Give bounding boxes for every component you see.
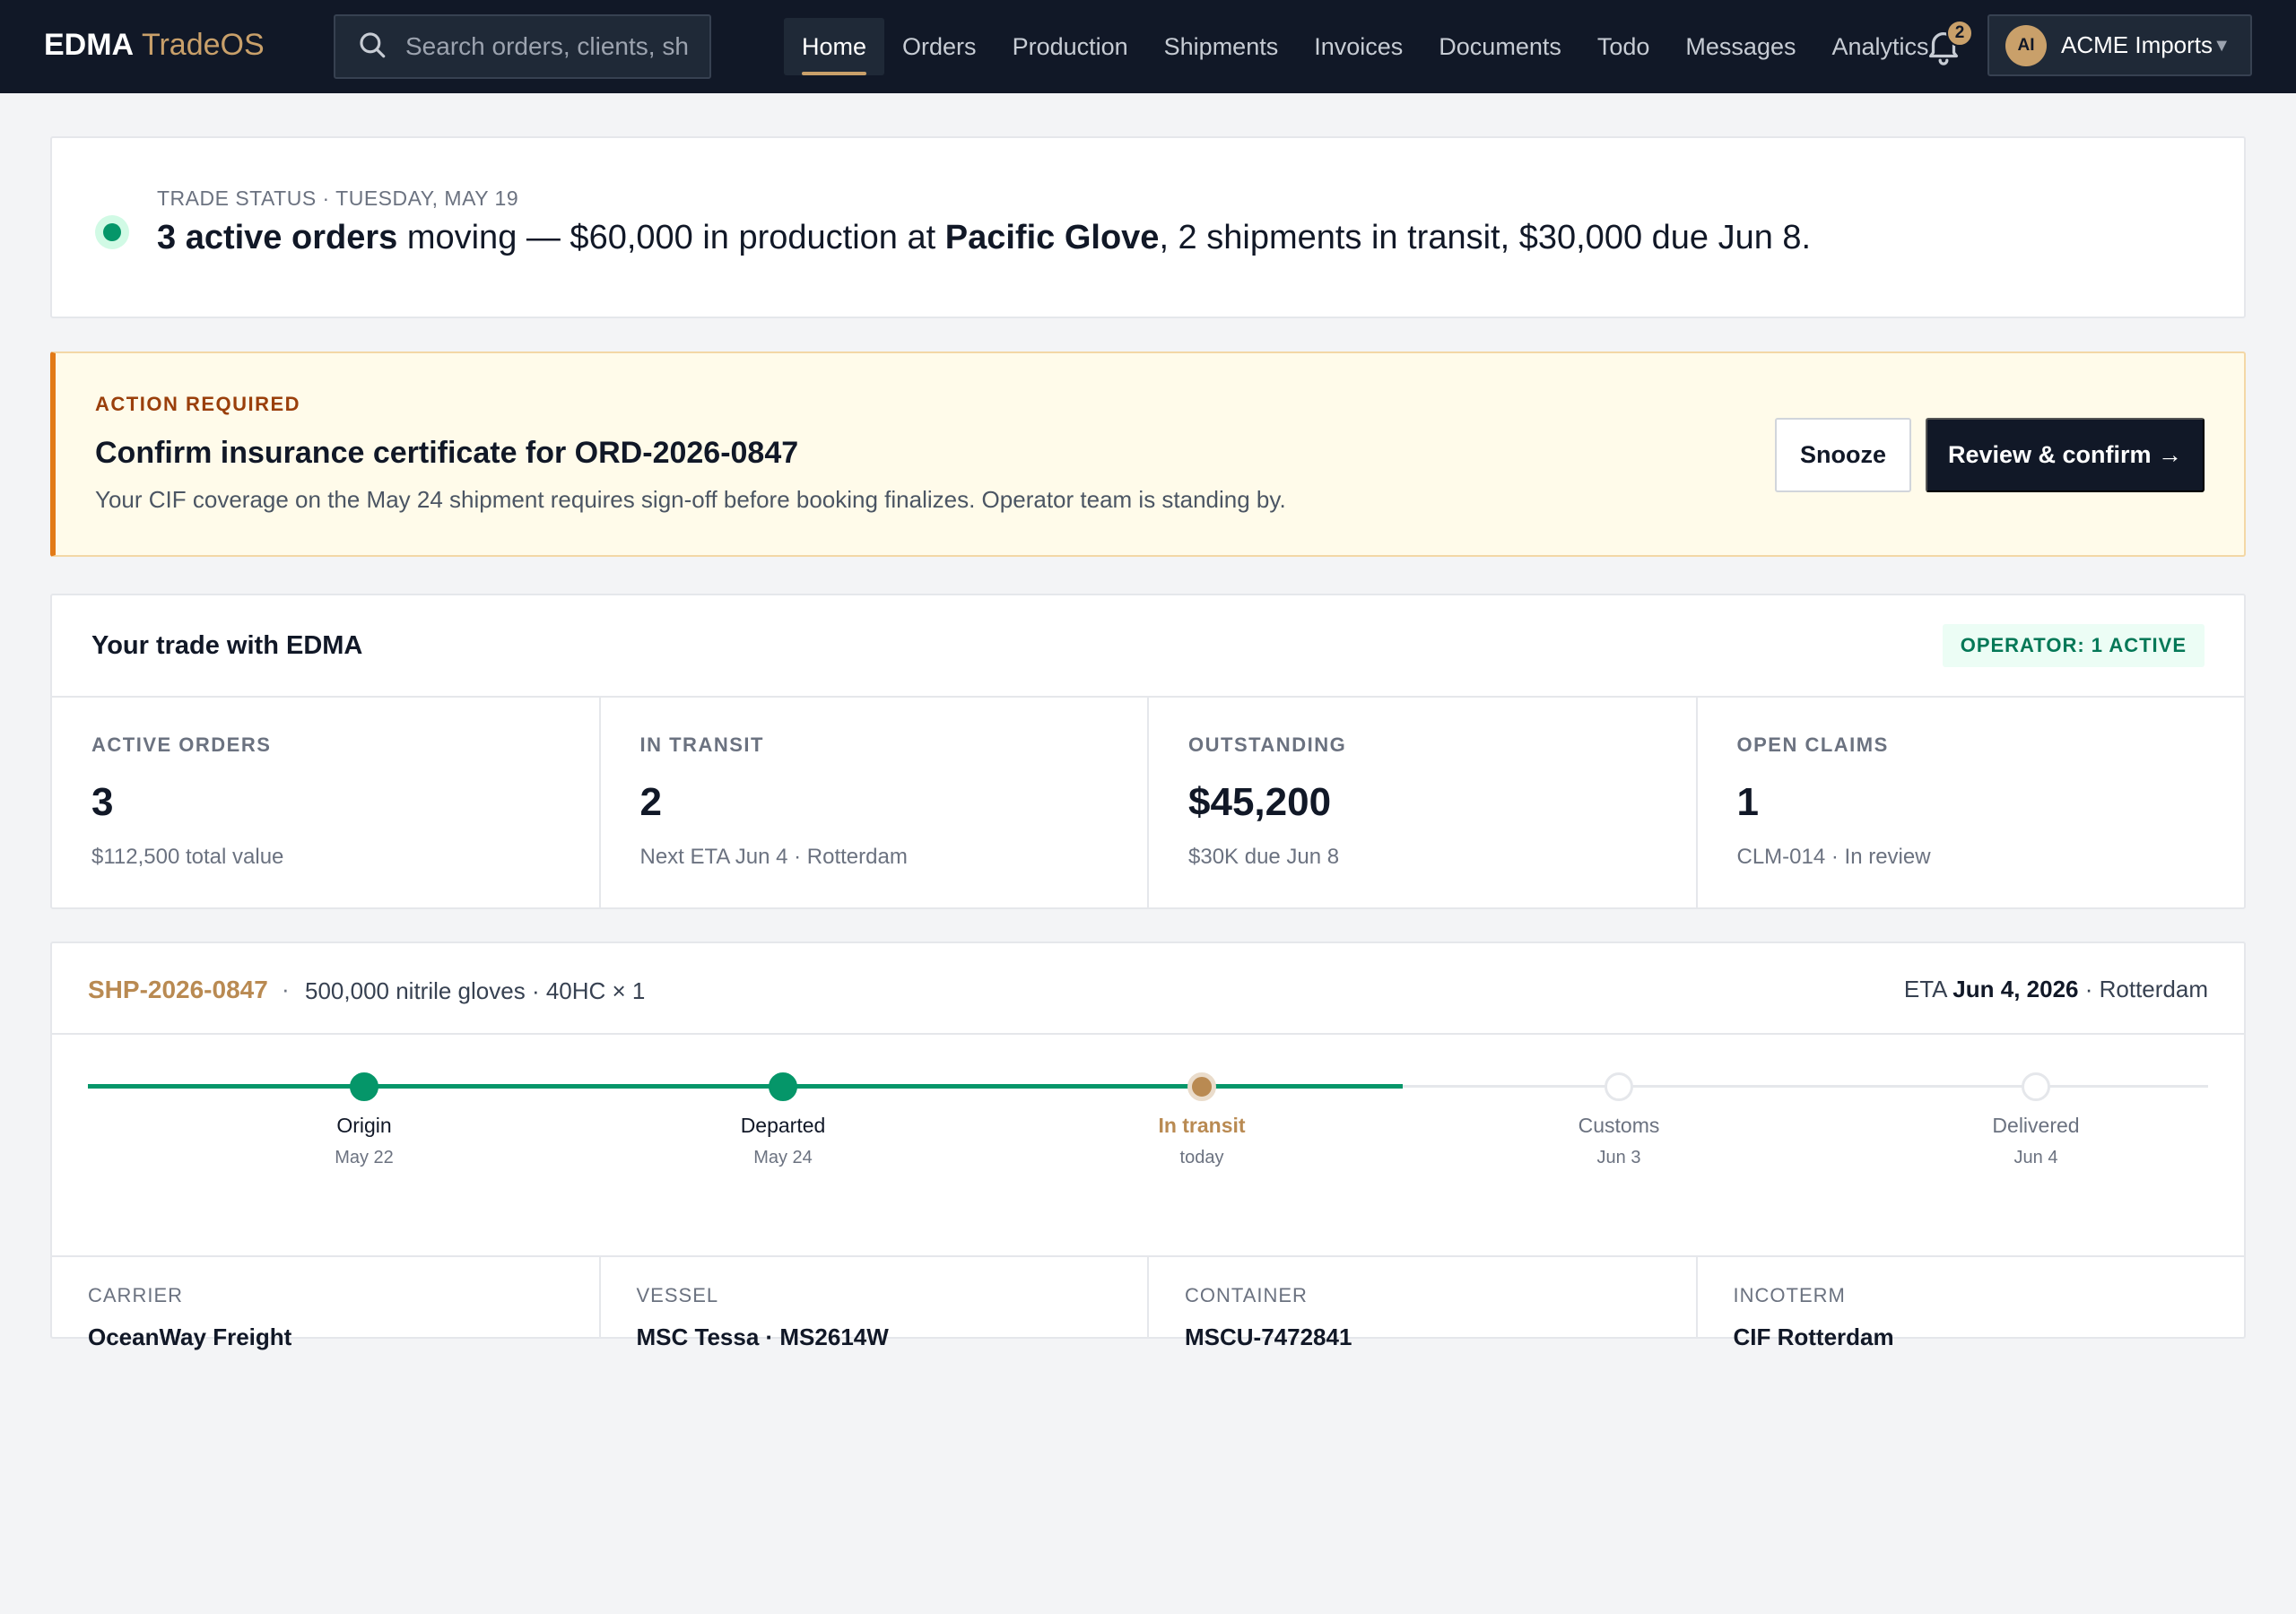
nav-item-todo[interactable]: Todo [1579,18,1668,75]
action-title: Confirm insurance certificate for ORD-20… [95,436,799,470]
brand-product: TradeOS [141,28,265,62]
shipment-description: 500,000 nitrile gloves · 40HC × 1 [305,977,646,1004]
step-date: May 22 [335,1148,394,1167]
stat-outstanding[interactable]: OUTSTANDING $45,200 $30K due Jun 8 [1149,698,1698,909]
brand-name: EDMA [44,28,135,62]
step-date: May 24 [753,1148,813,1167]
action-required-card: ACTION REQUIRED Confirm insurance certif… [50,351,2246,557]
step-label: Delivered [1992,1114,2080,1137]
status-supplier: Pacific Glove [944,219,1160,256]
status-indicator-icon [95,215,129,249]
operator-status-badge: OPERATOR: 1 ACTIVE [1942,624,2205,667]
meta-carrier: CARRIER OceanWay Freight [52,1257,601,1350]
stat-subtext: CLM-014 · In review [1736,845,1931,869]
eta-prefix: ETA [1903,976,1953,1002]
review-confirm-button[interactable]: Review & confirm → [1926,418,2205,492]
trade-overview-header: Your trade with EDMA OPERATOR: 1 ACTIVE [52,595,2244,698]
main-nav: Home Orders Production Shipments Invoice… [784,18,1947,75]
nav-item-home[interactable]: Home [784,18,885,75]
eta-date: Jun 4, 2026 [1952,976,2079,1002]
notifications-button[interactable]: 2 [1923,20,1973,70]
meta-value: OceanWay Freight [88,1323,292,1350]
step-dot-icon [350,1072,378,1101]
snooze-button[interactable]: Snooze [1775,418,1911,492]
meta-container: CONTAINER MSCU-7472841 [1149,1257,1698,1350]
meta-vessel: VESSEL MSC Tessa · MS2614W [601,1257,1149,1350]
step-dot-icon [1605,1072,1633,1101]
stat-in-transit[interactable]: IN TRANSIT 2 Next ETA Jun 4 · Rotterdam [601,698,1149,909]
step-label: Departed [740,1114,826,1137]
trade-overview-title: Your trade with EDMA [91,631,363,660]
status-text-1: moving — $60,000 in production at [397,219,945,256]
shipment-eta: ETA Jun 4, 2026 · Rotterdam [1904,976,2208,1003]
stat-subtext: $30K due Jun 8 [1188,845,1340,869]
meta-incoterm: INCOTERM CIF Rotterdam [1698,1257,2245,1350]
notification-count-badge: 2 [1946,20,1973,47]
step-label: In transit [1158,1114,1246,1137]
status-summary: 3 active orders moving — $60,000 in prod… [157,219,1811,257]
step-label: Origin [336,1114,392,1137]
shipment-details: CARRIER OceanWay Freight VESSEL MSC Tess… [52,1257,2245,1350]
trade-overview-card: Your trade with EDMA OPERATOR: 1 ACTIVE … [50,594,2246,909]
stat-open-claims[interactable]: OPEN CLAIMS 1 CLM-014 · In review [1698,698,2245,909]
meta-label: CONTAINER [1185,1284,1308,1306]
top-navigation-bar: EDMA TradeOS Home Orders Production Ship… [0,0,2296,93]
eta-destination: · Rotterdam [2078,976,2208,1002]
step-date: today [1179,1148,1224,1167]
search-box[interactable] [334,14,711,79]
meta-value: MSCU-7472841 [1185,1323,1352,1350]
nav-item-shipments[interactable]: Shipments [1146,18,1297,75]
shipment-timeline: Origin May 22 Departed May 24 In transit… [52,1035,2244,1257]
brand-logo[interactable]: EDMA TradeOS [44,27,265,63]
stat-label: OUTSTANDING [1188,733,1347,756]
meta-label: INCOTERM [1733,1284,1846,1306]
stat-label: ACTIVE ORDERS [91,733,272,756]
step-dot-icon [1187,1072,1216,1101]
avatar: AI [2005,24,2047,66]
account-name: ACME Imports [2061,31,2213,58]
account-menu-button[interactable]: AI ACME Imports ▼ [1987,14,2252,76]
action-eyebrow: ACTION REQUIRED [95,393,301,415]
stat-value: 2 [639,780,662,824]
meta-value: CIF Rotterdam [1733,1323,1894,1350]
search-icon [357,30,387,65]
status-active-orders: 3 active orders [157,219,398,256]
stat-value: 1 [1736,780,1759,824]
shipment-id-link[interactable]: SHP-2026-0847 [88,976,268,1004]
shipment-tracking-card: SHP-2026-0847 · 500,000 nitrile gloves ·… [50,941,2246,1350]
nav-item-orders[interactable]: Orders [884,18,995,75]
step-dot-icon [769,1072,797,1101]
nav-item-invoices[interactable]: Invoices [1296,18,1421,75]
stat-value: $45,200 [1188,780,1332,824]
stat-subtext: Next ETA Jun 4 · Rotterdam [639,845,908,869]
trade-stats: ACTIVE ORDERS 3 $112,500 total value IN … [52,698,2244,909]
step-label: Customs [1578,1114,1660,1137]
meta-value: MSC Tessa · MS2614W [636,1323,889,1350]
bell-icon [1923,32,1964,70]
nav-item-messages[interactable]: Messages [1667,18,1813,75]
separator: · [282,976,290,1002]
shipment-header: SHP-2026-0847 · 500,000 nitrile gloves ·… [52,943,2244,1035]
stat-subtext: $112,500 total value [91,845,284,869]
step-dot-icon [2022,1072,2050,1101]
meta-label: VESSEL [636,1284,719,1306]
stat-active-orders[interactable]: ACTIVE ORDERS 3 $112,500 total value [52,698,601,909]
stat-label: OPEN CLAIMS [1736,733,1889,756]
stat-label: IN TRANSIT [639,733,764,756]
chevron-down-icon: ▼ [2213,36,2231,56]
status-eyebrow: TRADE STATUS · TUESDAY, MAY 19 [157,187,519,210]
nav-item-documents[interactable]: Documents [1421,18,1579,75]
stat-value: 3 [91,780,114,824]
action-description: Your CIF coverage on the May 24 shipment… [95,486,1286,513]
step-date: Jun 4 [2013,1148,2058,1167]
trade-status-card: TRADE STATUS · TUESDAY, MAY 19 3 active … [50,136,2246,318]
meta-label: CARRIER [88,1284,184,1306]
status-text-2: , 2 shipments in transit, $30,000 due Ju… [1159,219,1812,256]
search-input[interactable] [405,29,692,65]
step-date: Jun 3 [1596,1148,1641,1167]
nav-item-production[interactable]: Production [995,18,1146,75]
